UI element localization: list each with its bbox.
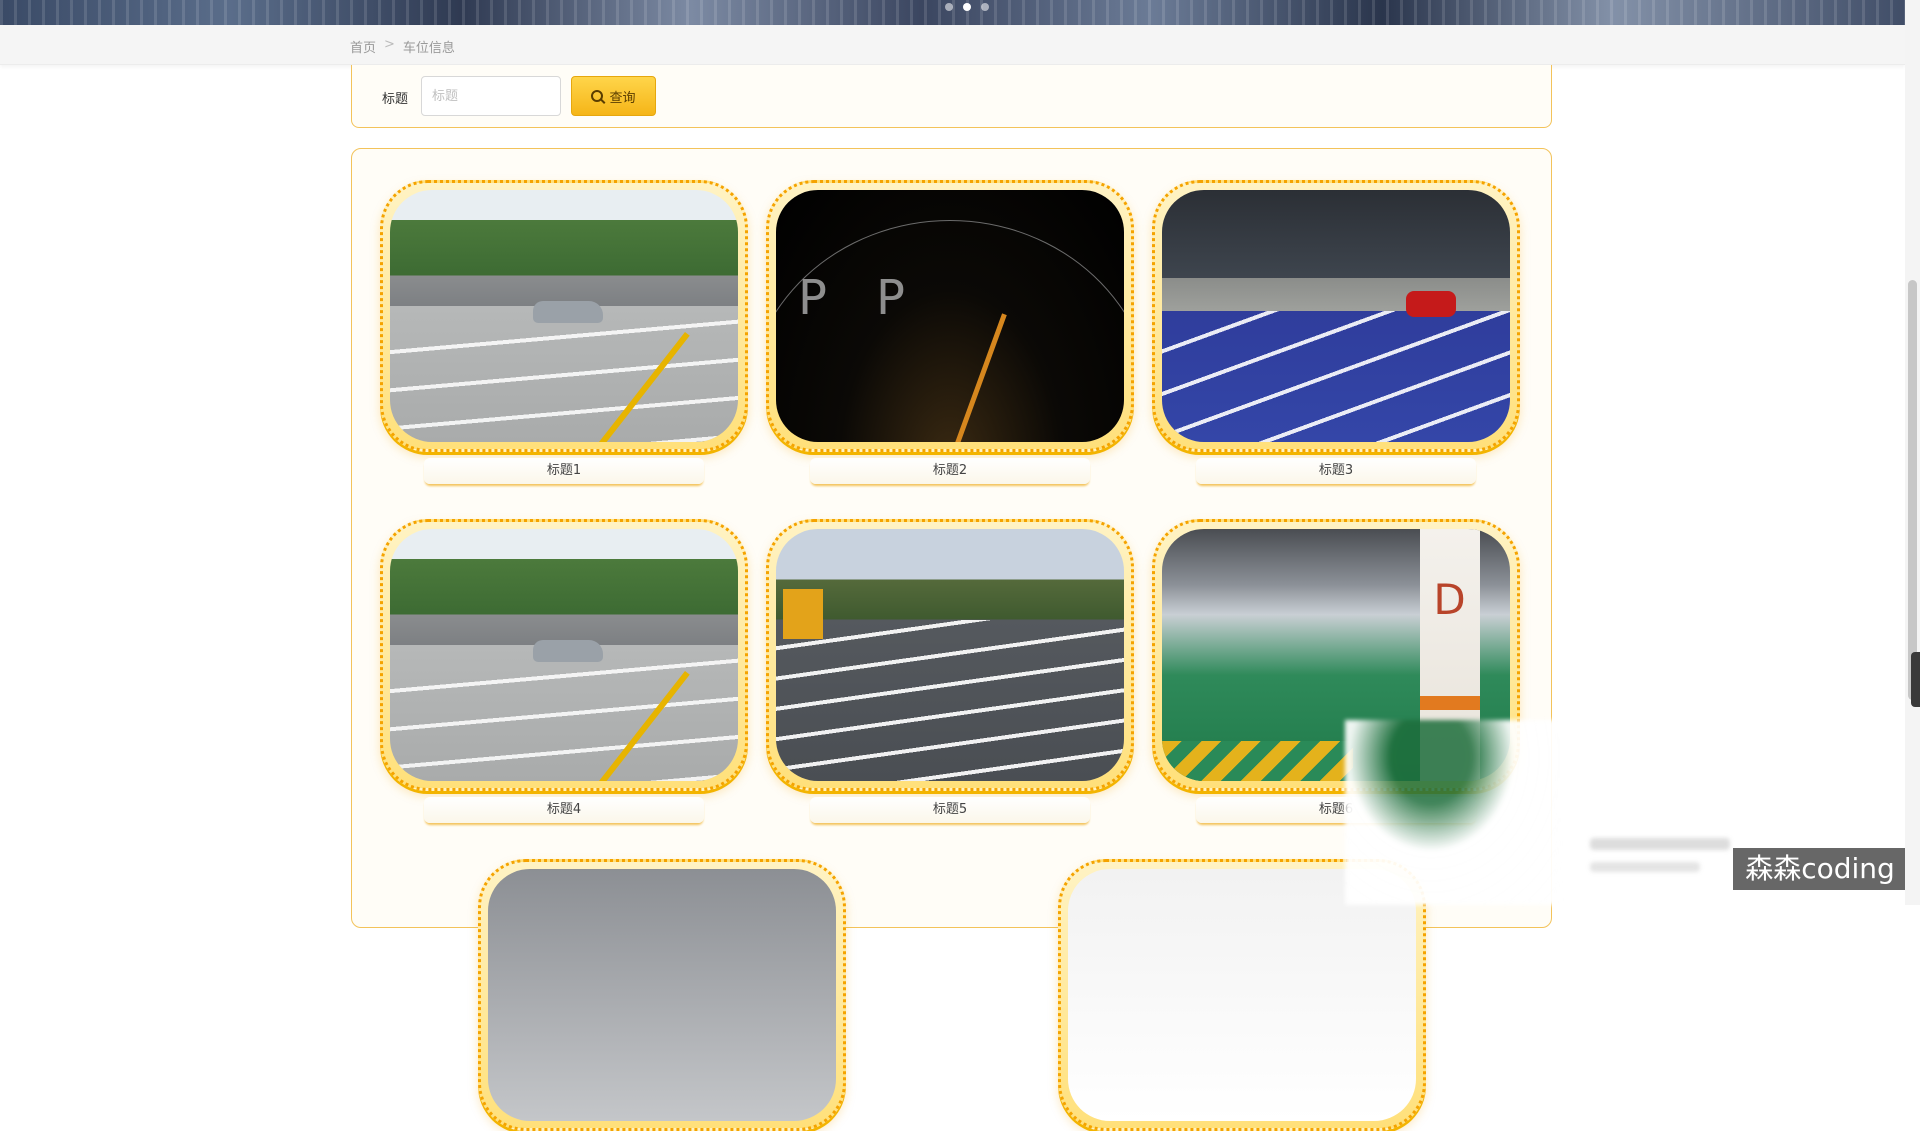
- breadcrumb-bar: 首页 > 车位信息: [0, 25, 1905, 65]
- parking-card[interactable]: P P 标题2: [766, 180, 1134, 484]
- breadcrumb-separator: >: [384, 37, 395, 52]
- title-search-input[interactable]: [421, 76, 561, 116]
- carousel-dots: [945, 0, 989, 14]
- parking-lot-image[interactable]: [1068, 869, 1416, 1121]
- top-banner: [0, 0, 1920, 25]
- p-sign-text: P: [876, 270, 905, 326]
- parking-lot-image[interactable]: [390, 190, 738, 442]
- zone-sign-text: D: [1433, 575, 1466, 624]
- parking-card[interactable]: [478, 859, 846, 1131]
- watermark: 森森coding: [1733, 848, 1907, 890]
- parking-card[interactable]: 标题4: [380, 519, 748, 823]
- blurred-overlay: [1345, 720, 1560, 905]
- card-image-frame: P P: [766, 180, 1134, 452]
- breadcrumb-home-link[interactable]: 首页: [350, 37, 376, 56]
- blurred-text: [1590, 862, 1700, 872]
- card-title[interactable]: 标题1: [424, 458, 704, 484]
- parking-graphic-image[interactable]: P P: [776, 190, 1124, 442]
- scrollbar-thumb[interactable]: [1908, 280, 1917, 700]
- side-float-tab[interactable]: [1911, 652, 1920, 707]
- card-title[interactable]: 标题2: [810, 458, 1090, 484]
- card-image-frame: [478, 859, 846, 1131]
- card-image-frame: [1152, 180, 1520, 452]
- search-panel: 标题 查询: [351, 65, 1552, 128]
- search-icon: [591, 90, 604, 102]
- card-title[interactable]: 标题3: [1196, 458, 1476, 484]
- carousel-dot-active[interactable]: [963, 3, 971, 11]
- search-button[interactable]: 查询: [571, 76, 656, 116]
- p-sign-text: P: [798, 270, 827, 326]
- parking-lot-image[interactable]: [488, 869, 836, 1121]
- carousel-dot[interactable]: [945, 3, 953, 11]
- parking-card[interactable]: 标题1: [380, 180, 748, 484]
- card-image-frame: [380, 180, 748, 452]
- card-image-frame: [380, 519, 748, 791]
- parking-lot-image[interactable]: [1162, 190, 1510, 442]
- parking-lot-image[interactable]: [390, 529, 738, 781]
- carousel-dot[interactable]: [981, 3, 989, 11]
- card-image-frame: [766, 519, 1134, 791]
- card-title[interactable]: 标题5: [810, 797, 1090, 823]
- blurred-text: [1590, 838, 1730, 850]
- breadcrumb-current: 车位信息: [402, 41, 455, 56]
- parking-card[interactable]: 标题3: [1152, 180, 1520, 484]
- search-button-label: 查询: [609, 90, 636, 106]
- parking-lot-image[interactable]: [776, 529, 1124, 781]
- card-title[interactable]: 标题4: [424, 797, 704, 823]
- search-label: 标题: [382, 92, 409, 107]
- parking-card[interactable]: 标题5: [766, 519, 1134, 823]
- breadcrumb: 首页 > 车位信息: [350, 37, 455, 56]
- page-scrollbar[interactable]: [1905, 0, 1920, 905]
